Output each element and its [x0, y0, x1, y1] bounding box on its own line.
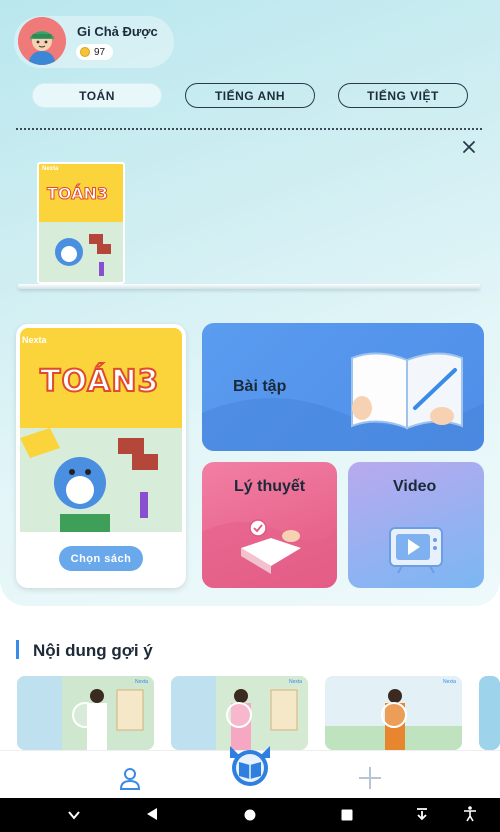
play-icon[interactable] — [226, 702, 252, 728]
play-icon[interactable] — [381, 702, 407, 728]
avatar[interactable] — [18, 17, 66, 65]
tv-icon — [389, 527, 443, 574]
video-thumbnail[interactable]: Nexta — [171, 676, 308, 750]
profile-icon[interactable] — [118, 766, 142, 795]
book-home-icon[interactable] — [224, 744, 276, 795]
video-thumbnail[interactable]: Nexta — [17, 676, 154, 750]
book-title: TOÁN3 — [39, 363, 160, 400]
coin-icon — [80, 47, 90, 57]
thumb-brand: Nexta — [135, 679, 149, 685]
suggested-title: Nội dung gợi ý — [33, 641, 153, 660]
coin-badge: 97 — [76, 44, 114, 60]
theory-label: Lý thuyết — [234, 478, 306, 495]
thumb-brand: Nexta — [289, 679, 303, 685]
exercise-label: Bài tập — [233, 378, 287, 395]
close-icon[interactable] — [462, 140, 476, 154]
accessibility-icon[interactable] — [463, 806, 477, 827]
video-thumbnail[interactable]: Nexta — [325, 676, 462, 750]
recents-icon[interactable] — [341, 808, 353, 826]
open-book-icon — [351, 352, 463, 430]
tab-tieng-anh[interactable]: TIẾNG ANH — [185, 83, 315, 108]
chevron-down-icon[interactable] — [67, 808, 81, 827]
bookshelf — [18, 284, 480, 289]
section-accent — [16, 640, 19, 659]
home-icon[interactable] — [244, 808, 256, 826]
username: Gi Chả Được — [77, 24, 158, 39]
tab-toan[interactable]: TOÁN — [32, 83, 162, 108]
play-icon[interactable] — [72, 702, 98, 728]
shelf-book-brand: Nexta — [42, 166, 59, 172]
reading-book-icon — [241, 519, 301, 574]
shelf-book-title: TOÁN3 — [47, 184, 109, 204]
back-icon[interactable] — [145, 807, 159, 826]
video-thumbnail[interactable] — [479, 676, 500, 750]
coin-count: 97 — [94, 46, 106, 58]
divider — [16, 128, 482, 130]
video-label: Video — [393, 478, 437, 495]
tab-tieng-viet[interactable]: TIẾNG VIỆT — [338, 83, 468, 108]
mascot-icon — [39, 222, 123, 282]
choose-book-button[interactable]: Chọn sách — [59, 546, 143, 571]
download-icon[interactable] — [414, 806, 430, 827]
book-mascot-icon — [20, 428, 158, 532]
crosshair-icon[interactable] — [358, 766, 382, 795]
thumb-brand: Nexta — [443, 679, 457, 685]
book-brand: Nexta — [22, 335, 47, 345]
shelf-book[interactable]: Nexta TOÁN3 — [37, 162, 125, 284]
